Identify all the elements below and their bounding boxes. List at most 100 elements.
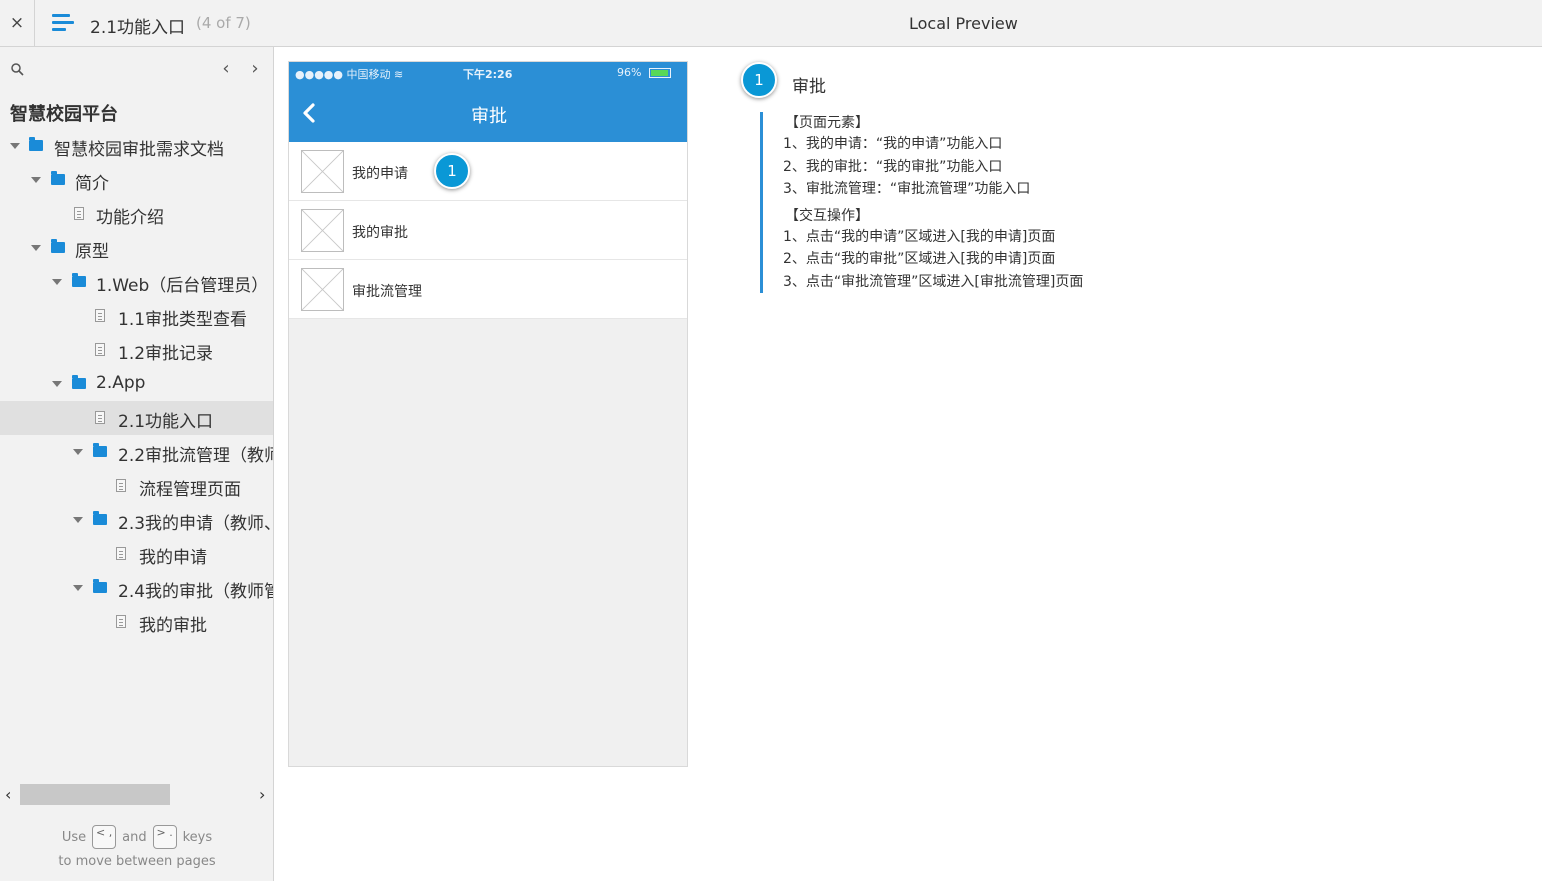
note-body: 【页面元素】 1、我的申请：“我的申请”功能入口 2、我的审批：“我的审批”功能… xyxy=(783,113,1083,293)
page-icon xyxy=(95,309,105,322)
image-placeholder-icon xyxy=(301,268,344,311)
preview-title: Local Preview xyxy=(909,14,1018,33)
status-time: 下午2:26 xyxy=(463,68,513,81)
help-text-line2: to move between pages xyxy=(58,854,216,869)
tree-item[interactable]: 流程管理页面 xyxy=(0,469,273,503)
entry-list: 我的申请 我的审批 审批流管理 xyxy=(289,142,687,319)
close-button[interactable]: × xyxy=(0,0,35,46)
note-line: 3、点击“审批流管理”区域进入[审批流管理]页面 xyxy=(783,273,1084,290)
chevron-down-icon[interactable] xyxy=(31,245,41,251)
help-text-use: Use xyxy=(61,829,87,845)
tree-item[interactable]: 原型 xyxy=(0,231,273,265)
image-placeholder-icon xyxy=(301,150,344,193)
help-text-keys: keys xyxy=(182,829,213,845)
tree-item-label: 2.4我的审批（教师管 xyxy=(118,582,274,602)
battery-percent: 96% xyxy=(617,66,642,79)
chevron-down-icon[interactable] xyxy=(52,381,62,387)
tree-item[interactable]: 智慧校园审批需求文档 xyxy=(0,129,273,163)
folder-icon xyxy=(29,137,43,151)
tree-item-selected[interactable]: 2.1功能入口 xyxy=(0,401,273,435)
tree-item-label: 简介 xyxy=(75,174,109,194)
note-line: 2、我的审批：“我的审批”功能入口 xyxy=(783,158,1003,175)
chevron-down-icon[interactable] xyxy=(73,585,83,591)
tree-item-label: 我的申请 xyxy=(139,548,207,568)
folder-icon xyxy=(93,443,107,457)
tree-item[interactable]: 1.Web（后台管理员） xyxy=(0,265,273,299)
annotation-marker[interactable]: 1 xyxy=(434,153,470,189)
tree-item[interactable]: 2.2审批流管理（教师 xyxy=(0,435,274,469)
scroll-right-arrow[interactable]: › xyxy=(259,785,265,804)
top-bar: × 2.1功能入口 (4 of 7) Local Preview xyxy=(0,0,1542,47)
tree-item[interactable]: 2.App xyxy=(0,367,273,401)
note-line: 1、我的申请：“我的申请”功能入口 xyxy=(783,136,1003,152)
tree-item[interactable]: 我的审批 xyxy=(0,605,273,639)
sidebar: ‹ › 智慧校园平台 智慧校园审批需求文档 简介 功能介绍 原型 1.Web（后… xyxy=(0,47,274,881)
phone-mockup: ●●●●● 中国移动 ≋ 下午2:26 96% 审批 我的申请 我的审批 审批流… xyxy=(288,61,688,767)
menu-icon[interactable] xyxy=(52,14,74,32)
chevron-down-icon[interactable] xyxy=(73,517,83,523)
search-icon[interactable] xyxy=(11,63,24,76)
tree-item[interactable]: 1.2审批记录 xyxy=(0,333,273,367)
page-count: (4 of 7) xyxy=(196,14,251,32)
tree-item[interactable]: 2.3我的申请（教师、 xyxy=(0,503,274,537)
carrier-text: ●●●●● 中国移动 ≋ xyxy=(295,68,404,81)
status-bar: ●●●●● 中国移动 ≋ 下午2:26 96% xyxy=(289,62,687,84)
image-placeholder-icon xyxy=(301,209,344,252)
tree-item[interactable]: 功能介绍 xyxy=(0,197,273,231)
help-text-and: and xyxy=(122,829,147,845)
close-icon: × xyxy=(9,13,25,33)
folder-icon xyxy=(93,511,107,525)
project-title: 智慧校园平台 xyxy=(10,104,118,125)
chevron-down-icon[interactable] xyxy=(10,143,20,149)
list-item-label: 审批流管理 xyxy=(352,284,422,300)
tree-item[interactable]: 2.4我的审批（教师管 xyxy=(0,571,274,605)
page-icon xyxy=(95,411,105,424)
chevron-down-icon[interactable] xyxy=(52,279,62,285)
key-next-icon: > . xyxy=(152,825,177,849)
tree-item-label: 功能介绍 xyxy=(96,208,164,228)
tree-item-label: 流程管理页面 xyxy=(139,480,241,500)
page-title: 2.1功能入口 xyxy=(90,18,186,38)
page-icon xyxy=(116,547,126,560)
tree-item[interactable]: 简介 xyxy=(0,163,273,197)
app-navbar: 审批 xyxy=(289,84,687,142)
folder-icon xyxy=(72,375,86,389)
tree-item-label: 1.Web（后台管理员） xyxy=(96,276,269,296)
chevron-down-icon[interactable] xyxy=(73,449,83,455)
page-tree: 智慧校园审批需求文档 简介 功能介绍 原型 1.Web（后台管理员） 1.1审批… xyxy=(0,129,274,639)
tree-item-label: 智慧校园审批需求文档 xyxy=(54,140,224,160)
tree-item-label: 2.2审批流管理（教师 xyxy=(118,446,274,466)
tree-item-label: 我的审批 xyxy=(139,616,207,636)
horizontal-scrollbar-thumb[interactable] xyxy=(20,784,170,805)
key-prev-icon: < , xyxy=(92,825,117,849)
battery-icon xyxy=(649,68,671,78)
note-line: 1、点击“我的申请”区域进入[我的申请]页面 xyxy=(783,228,1056,245)
note-title: 审批 xyxy=(792,77,826,97)
page-icon xyxy=(95,343,105,356)
note-section-heading: 【交互操作】 xyxy=(785,207,869,224)
previous-page-button[interactable]: ‹ xyxy=(217,59,235,79)
tree-item[interactable]: 1.1审批类型查看 xyxy=(0,299,273,333)
tree-item-label: 1.2审批记录 xyxy=(118,344,214,364)
tree-item-label: 2.App xyxy=(96,373,146,393)
note-accent-bar xyxy=(760,112,763,293)
list-item-approval-flow[interactable]: 审批流管理 xyxy=(289,260,687,319)
tree-item[interactable]: 我的申请 xyxy=(0,537,273,571)
next-page-button[interactable]: › xyxy=(246,59,264,79)
page-icon xyxy=(116,615,126,628)
list-item-my-application[interactable]: 我的申请 xyxy=(289,142,687,201)
scroll-left-arrow[interactable]: ‹ xyxy=(5,785,11,804)
note-section-heading: 【页面元素】 xyxy=(785,115,869,131)
chevron-down-icon[interactable] xyxy=(31,177,41,183)
page-icon xyxy=(116,479,126,492)
note-line: 2、点击“我的审批”区域进入[我的申请]页面 xyxy=(783,251,1056,267)
tree-item-label: 2.3我的申请（教师、 xyxy=(118,514,274,534)
note-marker[interactable]: 1 xyxy=(741,62,777,98)
tree-item-label: 2.1功能入口 xyxy=(118,412,214,432)
page-icon xyxy=(74,207,84,220)
tree-item-label: 原型 xyxy=(75,242,109,262)
keyboard-help: Use < , and > . keys to move between pag… xyxy=(0,822,273,869)
list-item-my-approval[interactable]: 我的审批 xyxy=(289,201,687,260)
folder-icon xyxy=(51,239,65,253)
app-nav-title: 审批 xyxy=(471,106,507,127)
